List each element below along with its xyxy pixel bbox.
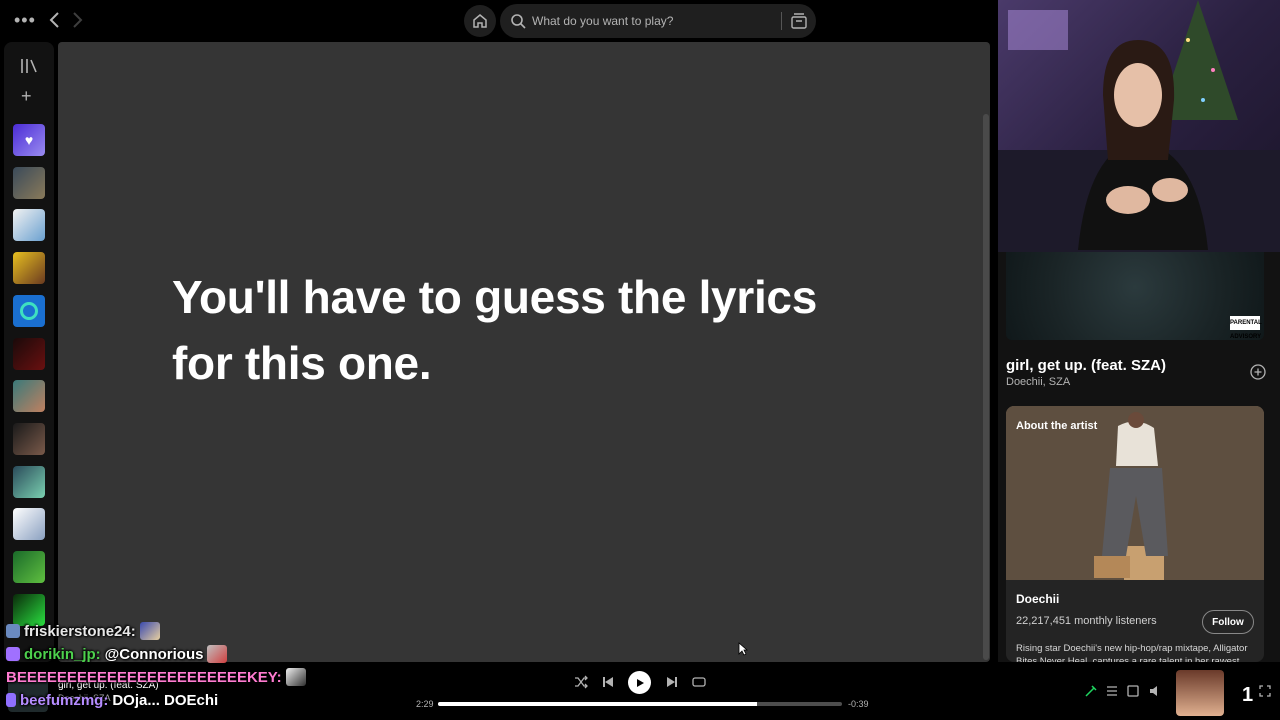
- artist-name[interactable]: Doechii: [1016, 592, 1059, 606]
- playlist-item[interactable]: [13, 209, 45, 241]
- home-button[interactable]: [464, 5, 496, 37]
- back-arrow-icon[interactable]: [48, 10, 62, 30]
- chat-username: BEEEEEEEEEEEEEEEEEEEEEEEKEY:: [6, 668, 282, 686]
- top-bar: •••: [0, 0, 998, 42]
- chat-username: friskierstone24:: [24, 622, 136, 640]
- lyrics-message-line-2: for this one.: [172, 337, 432, 389]
- chat-emote-icon: [207, 645, 228, 663]
- search-input[interactable]: [532, 11, 772, 31]
- shuffle-icon[interactable]: [573, 674, 589, 690]
- playlist-item[interactable]: [13, 551, 45, 583]
- overlay-counter: 1: [1242, 684, 1254, 706]
- add-to-library-icon[interactable]: [1250, 364, 1266, 380]
- chat-message-text: DOja... DOEchi: [112, 691, 219, 709]
- webcam-overlay: [998, 0, 1280, 252]
- chat-message-text: @Connorious: [104, 645, 204, 663]
- playlist-item[interactable]: [13, 508, 45, 540]
- chat-badge-icon: [6, 647, 20, 661]
- monthly-listeners: 22,217,451 monthly listeners: [1016, 615, 1157, 627]
- playlist-item[interactable]: [13, 380, 45, 412]
- lyrics-icon[interactable]: [1084, 684, 1098, 698]
- streamer-avatar-overlay: [1176, 670, 1224, 716]
- lyrics-message-line-1: You'll have to guess the lyrics: [172, 271, 817, 323]
- about-artist-card[interactable]: About the artist Doechii 22,217,451 mont…: [1006, 406, 1264, 662]
- stream-chat-overlay: friskierstone24: dorikin_jp: @Connorious…: [0, 620, 420, 720]
- more-options-icon[interactable]: •••: [14, 10, 36, 31]
- playlist-item[interactable]: [13, 295, 45, 327]
- lyrics-unavailable-message: You'll have to guess the lyrics for this…: [172, 264, 852, 396]
- artist-bio: Rising star Doechii's new hip-hop/rap mi…: [1016, 643, 1248, 662]
- fullscreen-icon[interactable]: [1258, 684, 1272, 698]
- about-artist-title: About the artist: [1016, 420, 1098, 432]
- chat-emote-icon: [139, 622, 160, 640]
- chat-message: friskierstone24:: [6, 620, 160, 642]
- previous-track-icon[interactable]: [600, 674, 616, 690]
- artist-photo: About the artist: [1006, 406, 1264, 580]
- playlist-item[interactable]: [13, 167, 45, 199]
- lyrics-view: You'll have to guess the lyrics for this…: [58, 42, 990, 662]
- add-playlist-icon[interactable]: +: [21, 87, 32, 105]
- now-playing-artists[interactable]: Doechii, SZA: [1006, 376, 1070, 388]
- parental-advisory-badge: PARENTAL ADVISORY: [1230, 316, 1262, 340]
- forward-arrow-icon[interactable]: [70, 10, 84, 30]
- connect-device-icon[interactable]: [1126, 684, 1140, 698]
- next-track-icon[interactable]: [664, 674, 680, 690]
- chat-message: beefumzmg: DOja... DOEchi: [6, 689, 218, 711]
- chat-badge-icon: [6, 624, 20, 638]
- repeat-icon[interactable]: [691, 674, 707, 690]
- chat-badge-icon: [6, 693, 16, 707]
- chat-emote-icon: [285, 668, 306, 686]
- liked-songs-item[interactable]: ♥: [13, 124, 45, 156]
- playlist-item[interactable]: [13, 423, 45, 455]
- chat-username: beefumzmg:: [20, 691, 109, 709]
- play-button[interactable]: [628, 671, 651, 694]
- main-scrollbar[interactable]: [983, 114, 989, 660]
- heart-icon: ♥: [24, 132, 34, 148]
- chat-message: BEEEEEEEEEEEEEEEEEEEEEEEKEY:: [6, 666, 306, 688]
- library-icon[interactable]: [20, 58, 38, 74]
- search-icon: [511, 14, 526, 29]
- playback-progress-bar[interactable]: [438, 702, 842, 706]
- playlist-item[interactable]: [13, 466, 45, 498]
- queue-icon[interactable]: [1105, 684, 1119, 698]
- now-playing-title[interactable]: girl, get up. (feat. SZA): [1006, 357, 1166, 374]
- browse-icon[interactable]: [790, 12, 808, 30]
- chat-username: dorikin_jp:: [24, 645, 101, 663]
- playlist-item[interactable]: [13, 252, 45, 284]
- volume-icon[interactable]: [1148, 684, 1162, 698]
- now-playing-panel: PARENTAL ADVISORY girl, get up. (feat. S…: [998, 252, 1280, 662]
- remaining-time: -0:39: [848, 699, 869, 709]
- search-divider: [781, 12, 782, 30]
- home-icon: [473, 14, 487, 28]
- play-icon: [636, 678, 644, 687]
- chat-message: dorikin_jp: @Connorious: [6, 643, 228, 665]
- playback-progress-fill: [438, 702, 758, 706]
- search-bar: [500, 4, 816, 38]
- mouse-cursor-icon: [738, 642, 748, 656]
- album-cover: PARENTAL ADVISORY: [1006, 252, 1264, 340]
- streamer-webcam-image: [998, 0, 1280, 252]
- follow-button[interactable]: Follow: [1202, 610, 1254, 634]
- library-sidebar: + ♥: [4, 42, 54, 662]
- playlist-item[interactable]: [13, 338, 45, 370]
